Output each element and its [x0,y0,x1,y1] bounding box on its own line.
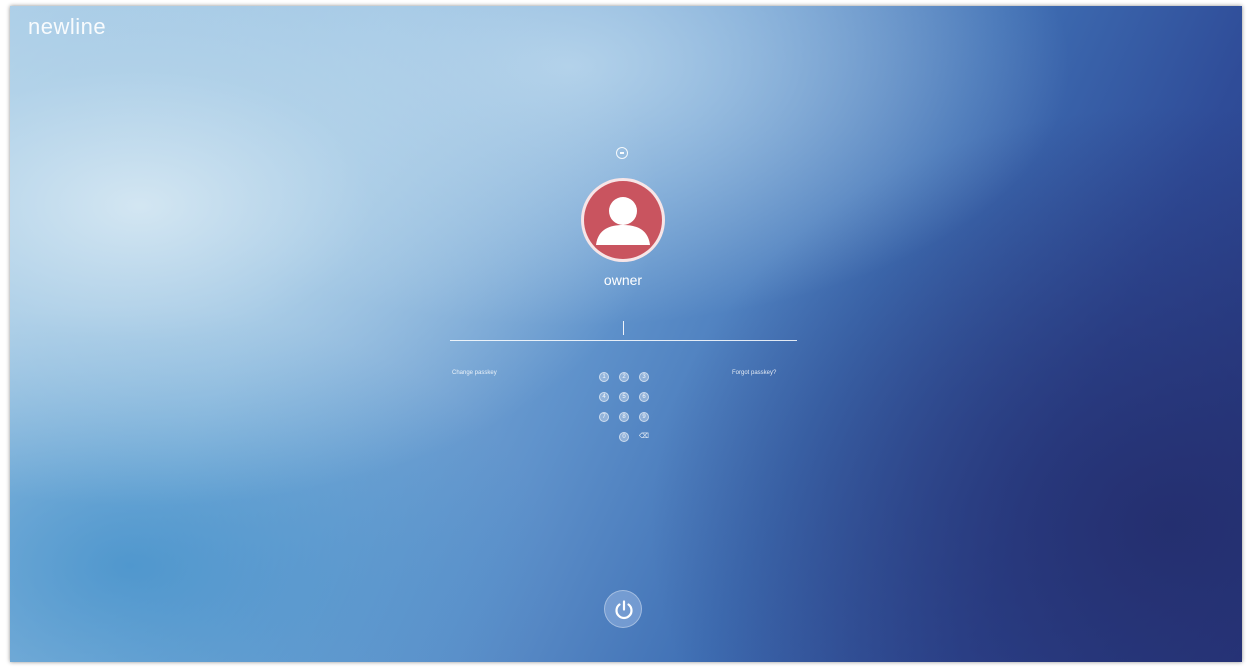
lock-screen: newline owner Change passkey Forgot pass… [10,6,1242,662]
brand-logo: newline [28,14,107,39]
switch-user-icon[interactable] [616,147,628,159]
keypad-key-9[interactable]: 9 [639,412,649,422]
change-password-link[interactable]: Change passkey [452,370,497,376]
numeric-keypad: 1 2 3 4 5 6 7 8 9 0 ⌫ [591,364,657,452]
keypad-key-4[interactable]: 4 [599,392,609,402]
power-button[interactable] [604,590,642,628]
keypad-key-1[interactable]: 1 [599,372,609,382]
password-input[interactable] [450,318,797,341]
forgot-password-link[interactable]: Forgot passkey? [732,370,776,376]
avatar [581,178,665,262]
keypad-key-3[interactable]: 3 [639,372,649,382]
keypad-key-7[interactable]: 7 [599,412,609,422]
backspace-icon[interactable]: ⌫ [639,433,649,443]
username-label: owner [603,272,643,288]
text-cursor [623,321,624,335]
person-icon [596,197,650,245]
power-icon [615,600,633,620]
keypad-key-8[interactable]: 8 [619,412,629,422]
keypad-key-6[interactable]: 6 [639,392,649,402]
keypad-key-2[interactable]: 2 [619,372,629,382]
keypad-key-5[interactable]: 5 [619,392,629,402]
keypad-key-0[interactable]: 0 [619,432,629,442]
